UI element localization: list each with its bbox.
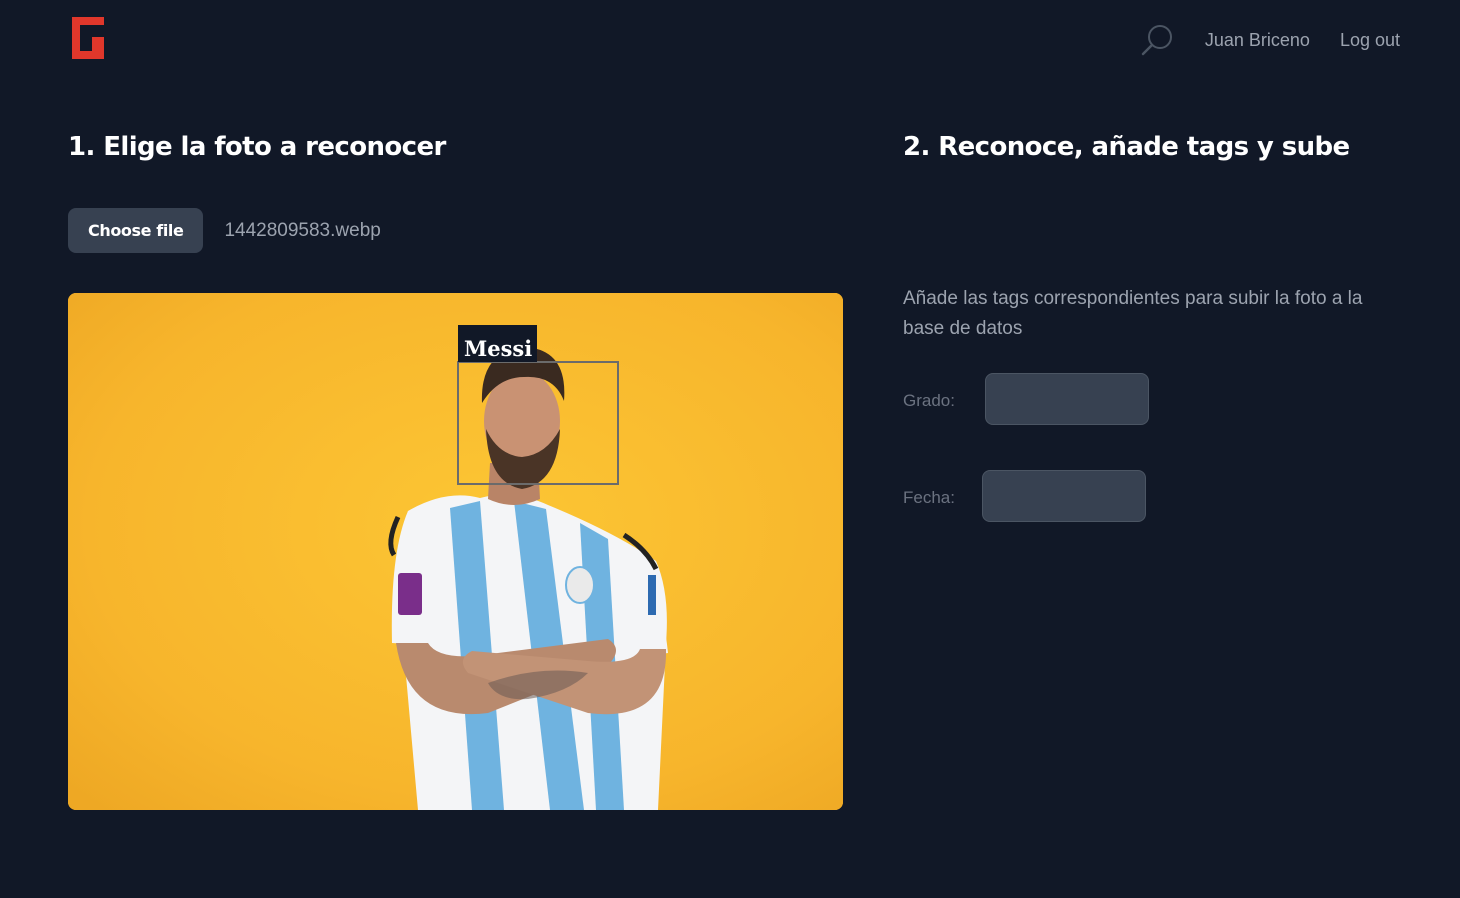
file-chooser: Choose file 1442809583.webp xyxy=(68,208,381,253)
search-button[interactable] xyxy=(1139,22,1175,58)
selected-file-name: 1442809583.webp xyxy=(224,219,381,241)
photo-canvas: Messi xyxy=(68,293,843,810)
search-icon xyxy=(1141,25,1172,56)
recognition-photo: Messi xyxy=(68,293,843,810)
header-actions: Juan Briceno Log out xyxy=(1139,20,1400,60)
grado-label: Grado: xyxy=(903,391,955,410)
user-name-link[interactable]: Juan Briceno xyxy=(1205,30,1310,51)
step1-title: 1. Elige la foto a reconocer xyxy=(68,132,446,162)
step2-title: 2. Reconoce, añade tags y sube xyxy=(903,132,1350,162)
tags-description: Añade las tags correspondientes para sub… xyxy=(903,288,1363,339)
top-nav: Juan Briceno Log out xyxy=(0,0,1460,80)
choose-file-button[interactable]: Choose file xyxy=(68,208,204,253)
logout-link[interactable]: Log out xyxy=(1340,30,1400,51)
detection-label: Messi xyxy=(464,336,532,361)
fecha-label: Fecha: xyxy=(903,488,955,507)
grado-input[interactable] xyxy=(985,373,1149,425)
brand-logo-icon[interactable] xyxy=(72,17,104,59)
fecha-input[interactable] xyxy=(982,470,1146,522)
